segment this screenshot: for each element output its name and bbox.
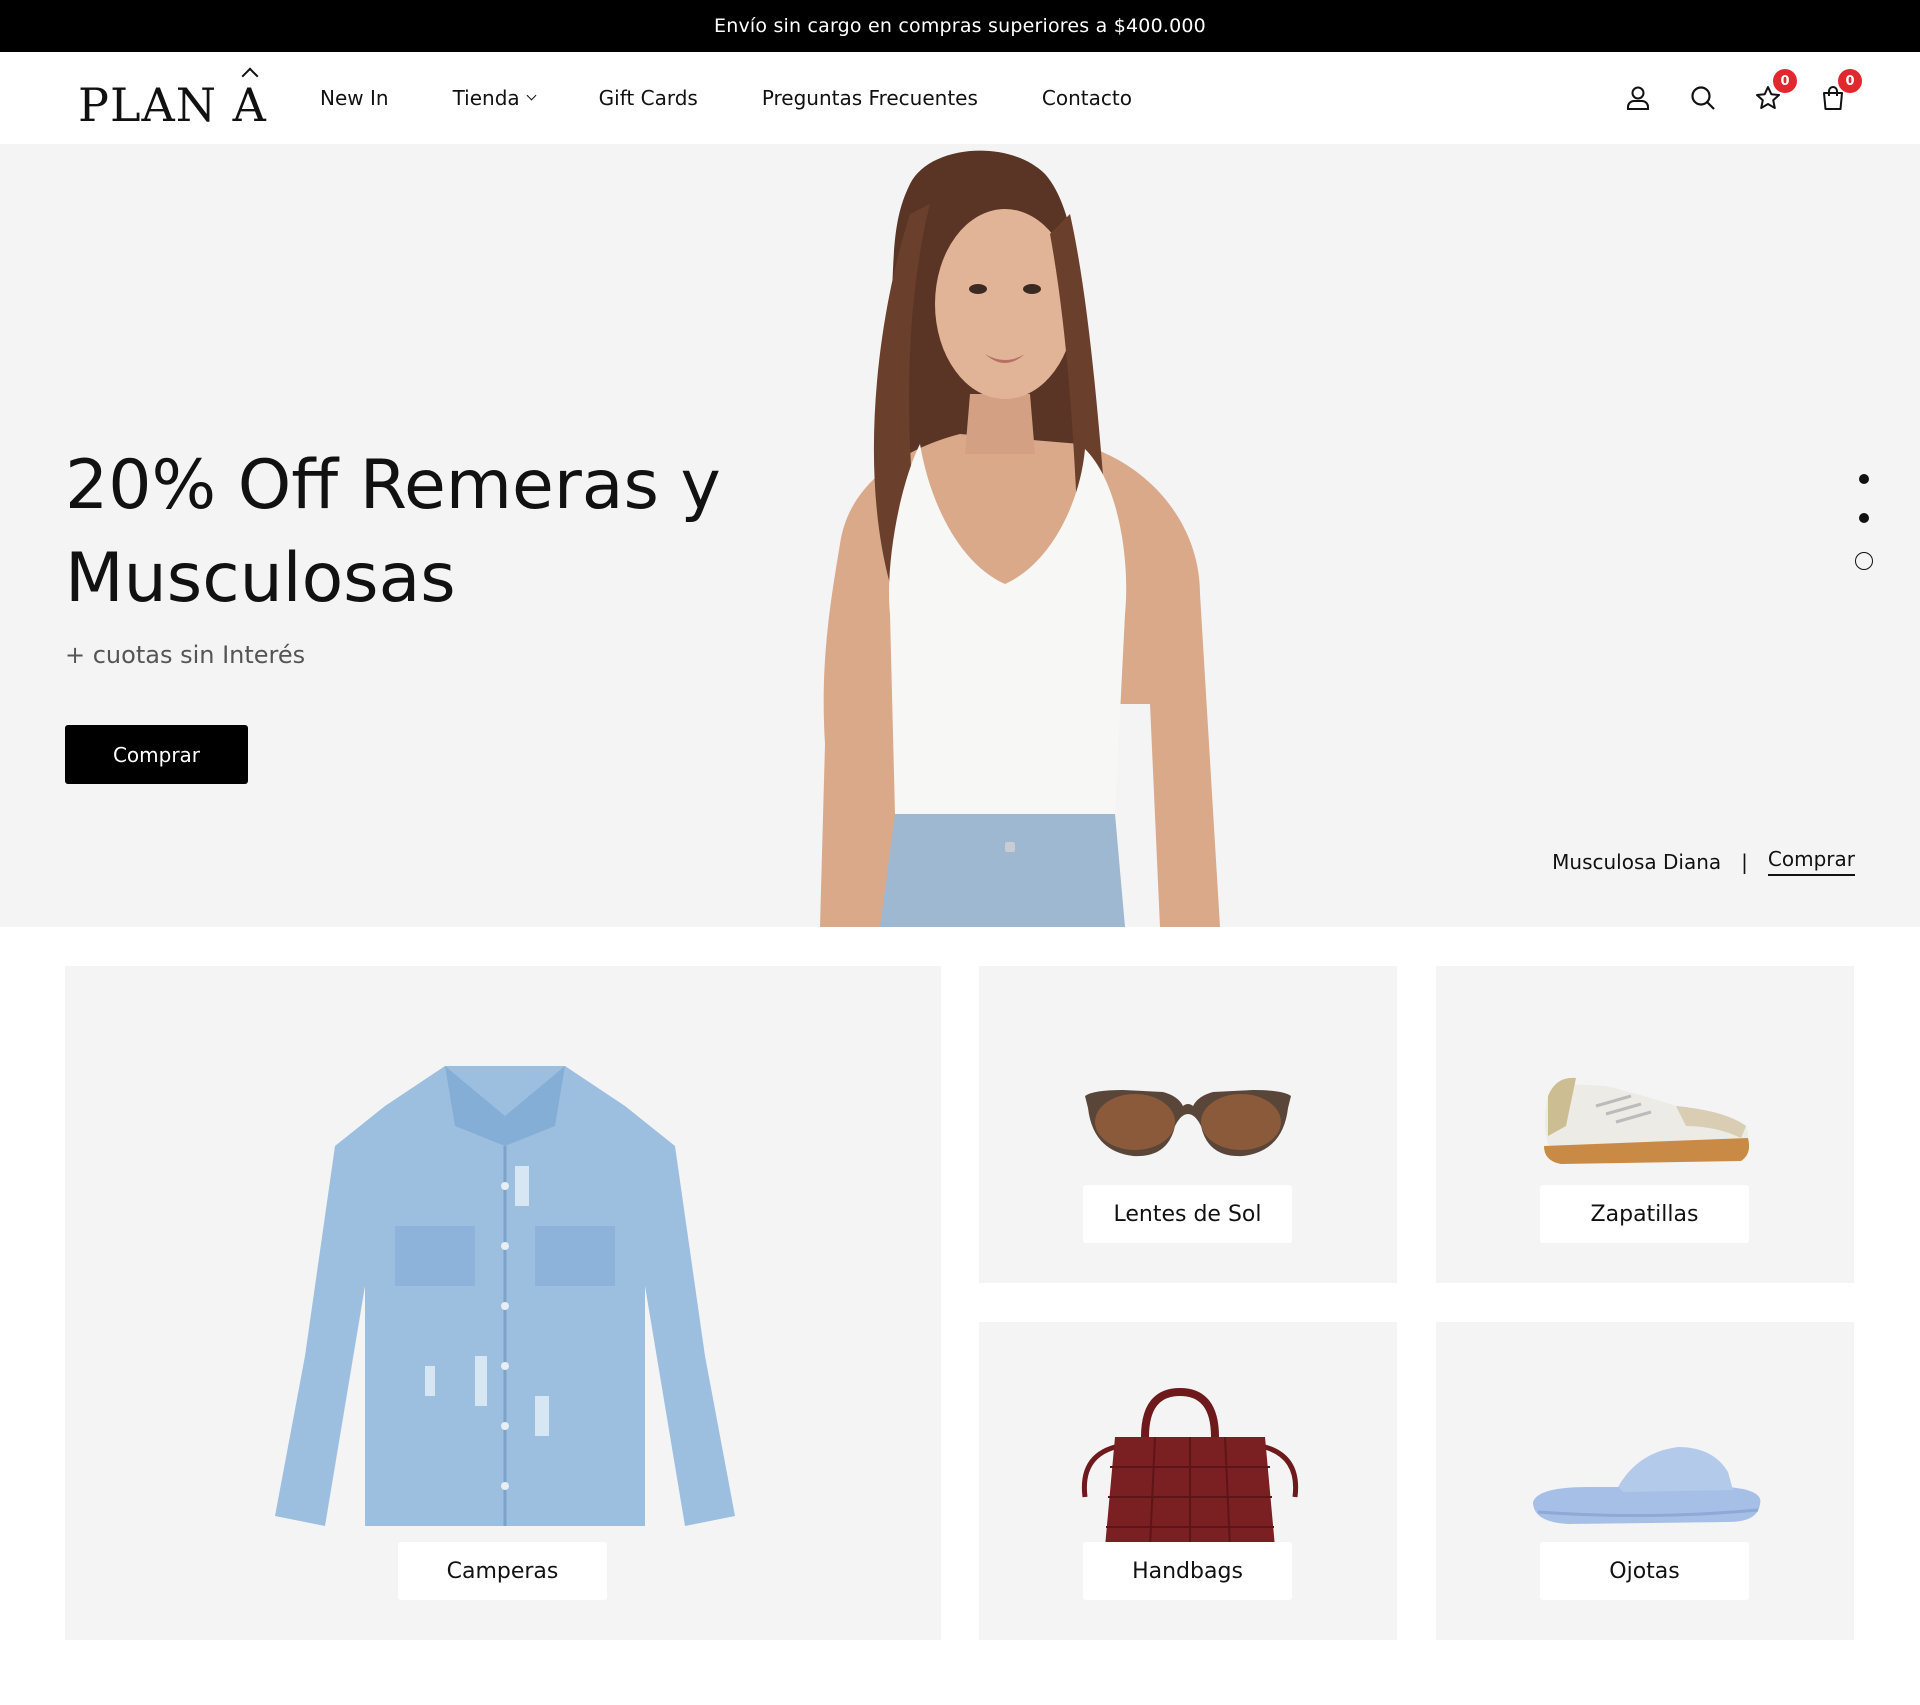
- category-card-camperas[interactable]: Camperas: [65, 966, 941, 1640]
- user-icon: [1627, 86, 1649, 110]
- cart-count-badge: 0: [1838, 69, 1862, 93]
- wishlist-count-badge: 0: [1773, 69, 1797, 93]
- announcement-bar: Envío sin cargo en compras superiores a …: [0, 0, 1920, 52]
- slider-dot[interactable]: [1859, 474, 1869, 484]
- site-header: PLAN A New In Tienda Gift Cards Pregunta…: [0, 52, 1920, 144]
- caption-shop-link[interactable]: Comprar: [1767, 847, 1855, 876]
- nav-item-gift-cards[interactable]: Gift Cards: [599, 86, 698, 110]
- sunglasses-image: [1085, 1090, 1291, 1157]
- nav-label: Gift Cards: [598, 86, 698, 110]
- header-actions: 0 0: [1590, 52, 1862, 144]
- slide-sandal-image: [1533, 1447, 1761, 1524]
- handbag-image: [1081, 1387, 1299, 1547]
- nav-label: Tienda: [452, 86, 520, 110]
- category-card-ojotas[interactable]: Ojotas: [1436, 1322, 1854, 1640]
- logo-text: PLAN: [78, 78, 217, 132]
- nav-label: Contacto: [1041, 86, 1132, 110]
- category-card-lentes-de-sol[interactable]: Lentes de Sol: [979, 966, 1397, 1283]
- chevron-down-icon: [526, 90, 537, 101]
- announcement-text: Envío sin cargo en compras superiores a …: [714, 15, 1206, 37]
- hero-subtitle: + cuotas sin Interés: [65, 641, 306, 669]
- main-nav: New In Tienda Gift Cards Preguntas Frecu…: [320, 52, 1196, 144]
- caption-separator: |: [1741, 849, 1748, 874]
- nav-item-new-in[interactable]: New In: [320, 86, 389, 110]
- nav-item-contacto[interactable]: Contacto: [1042, 86, 1132, 110]
- nav-label: New In: [320, 86, 389, 110]
- search-icon: [1691, 86, 1715, 110]
- hero-product-caption: Musculosa Diana | Comprar: [1552, 847, 1855, 876]
- account-button[interactable]: [1621, 81, 1655, 115]
- hero-model-image: [820, 150, 1220, 927]
- wishlist-button[interactable]: 0: [1751, 69, 1797, 115]
- hero-banner: 20% Off Remeras y Musculosas + cuotas si…: [0, 144, 1920, 927]
- hero-title: 20% Off Remeras y Musculosas: [65, 446, 721, 618]
- category-card-handbags[interactable]: Handbags: [979, 1322, 1397, 1640]
- search-button[interactable]: [1686, 81, 1720, 115]
- denim-jacket-image: [275, 1066, 735, 1526]
- category-label: Ojotas: [1540, 1542, 1749, 1600]
- sneaker-image: [1544, 1077, 1750, 1164]
- nav-label: Preguntas Frecuentes: [761, 86, 978, 110]
- logo-letter: A: [232, 78, 267, 132]
- cart-button[interactable]: 0: [1816, 69, 1862, 115]
- nav-item-preguntas-frecuentes[interactable]: Preguntas Frecuentes: [762, 86, 978, 110]
- caption-product-name: Musculosa Diana: [1552, 849, 1722, 874]
- slider-pagination: [1853, 474, 1875, 599]
- nav-item-tienda[interactable]: Tienda: [452, 86, 537, 110]
- hero-shop-button[interactable]: Comprar: [65, 725, 248, 784]
- category-card-zapatillas[interactable]: Zapatillas: [1436, 966, 1854, 1283]
- slider-dot-active[interactable]: [1855, 552, 1873, 570]
- category-label: Zapatillas: [1540, 1185, 1749, 1243]
- category-label: Handbags: [1083, 1542, 1292, 1600]
- slider-dot[interactable]: [1859, 513, 1869, 523]
- category-label: Camperas: [398, 1542, 607, 1600]
- category-label: Lentes de Sol: [1083, 1185, 1292, 1243]
- site-logo[interactable]: PLAN A: [78, 68, 267, 128]
